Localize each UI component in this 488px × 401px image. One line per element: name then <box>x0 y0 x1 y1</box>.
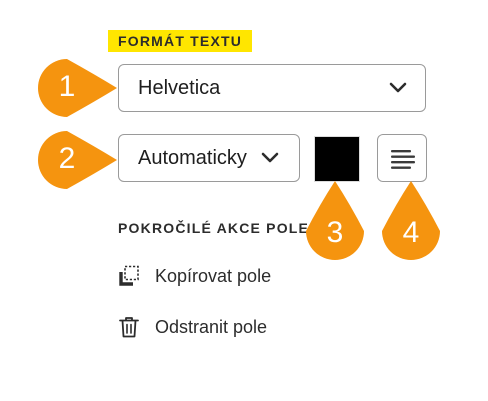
callout-marker-3: 3 <box>304 180 366 262</box>
font-size-dropdown[interactable]: Automaticky <box>118 134 300 182</box>
copy-field-icon <box>119 265 139 286</box>
callout-number-3: 3 <box>326 216 344 249</box>
chevron-down-icon <box>389 82 407 93</box>
copy-field-action[interactable]: Kopírovat pole <box>118 263 271 289</box>
copy-field-label: Kopírovat pole <box>155 265 272 286</box>
callout-marker-2: 2 <box>36 130 118 190</box>
align-left-icon <box>391 150 415 169</box>
font-family-dropdown[interactable]: Helvetica <box>118 64 426 112</box>
chevron-down-icon <box>261 152 279 163</box>
callout-number-2: 2 <box>58 142 76 175</box>
advanced-field-actions-heading: POKROČILÉ AKCE POLE <box>118 220 310 236</box>
font-family-value: Helvetica <box>138 77 221 99</box>
font-size-value: Automaticky <box>138 147 247 169</box>
callout-number-1: 1 <box>58 70 76 103</box>
callout-marker-4: 4 <box>380 180 442 262</box>
callout-marker-1: 1 <box>36 58 118 118</box>
delete-field-action[interactable]: Odstranit pole <box>118 314 267 340</box>
delete-field-label: Odstranit pole <box>155 316 268 337</box>
text-color-swatch[interactable] <box>314 136 360 182</box>
text-format-heading: FORMÁT TEXTU <box>108 30 253 52</box>
text-align-button[interactable] <box>377 134 427 182</box>
trash-icon <box>119 317 139 338</box>
callout-number-4: 4 <box>402 216 420 249</box>
